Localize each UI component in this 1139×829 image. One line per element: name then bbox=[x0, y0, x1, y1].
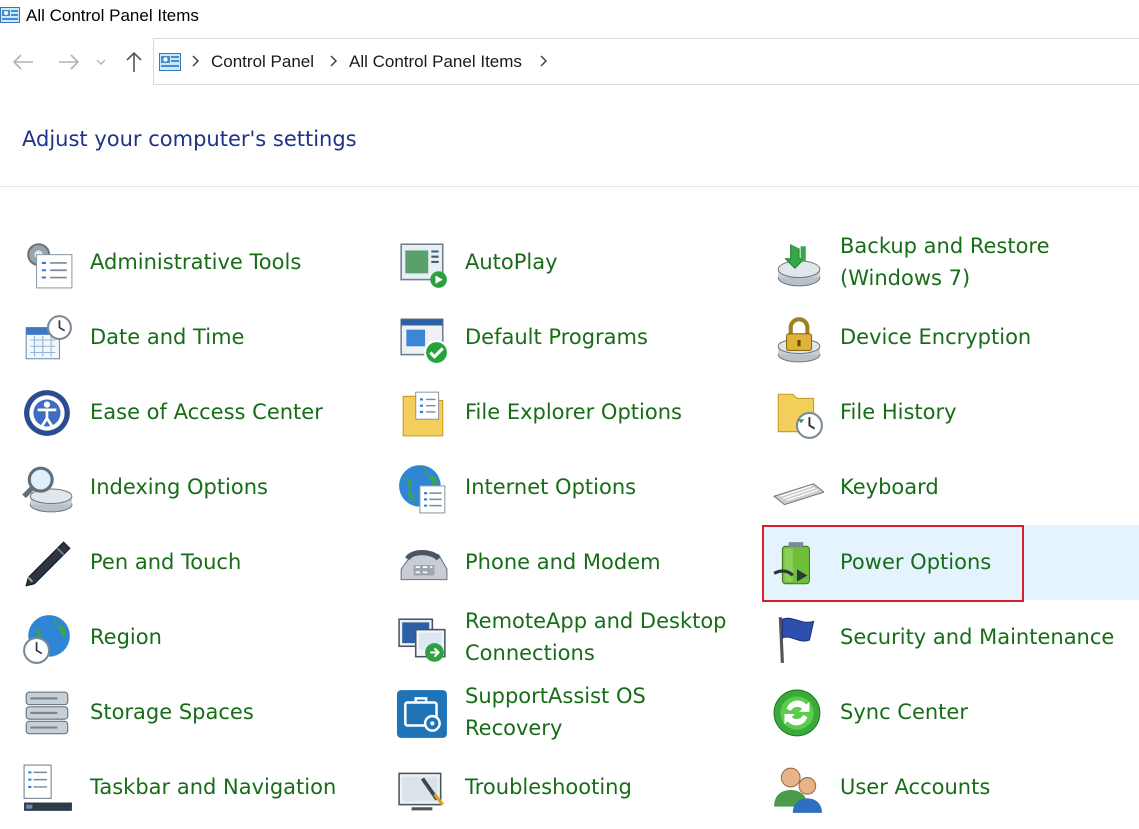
item-label[interactable]: Internet Options bbox=[465, 471, 636, 503]
security-maintenance-icon bbox=[778, 617, 815, 663]
item-remoteapp[interactable]: RemoteApp and Desktop Connections bbox=[375, 600, 750, 675]
item-autoplay[interactable]: AutoPlay bbox=[375, 225, 750, 300]
default-programs-icon bbox=[400, 318, 449, 365]
item-taskbar-navigation[interactable]: Taskbar and Navigation bbox=[0, 750, 375, 825]
item-label[interactable]: RemoteApp and Desktop Connections bbox=[465, 605, 727, 669]
sync-center-icon bbox=[773, 689, 821, 737]
title-bar: All Control Panel Items bbox=[0, 0, 1139, 34]
region-icon bbox=[23, 615, 70, 664]
pen-touch-icon bbox=[25, 541, 71, 587]
internet-options-icon bbox=[399, 465, 446, 514]
recent-locations-button[interactable] bbox=[92, 50, 110, 74]
item-supportassist[interactable]: SupportAssist OS Recovery bbox=[375, 675, 750, 750]
item-indexing-options[interactable]: Indexing Options bbox=[0, 450, 375, 525]
item-default-programs[interactable]: Default Programs bbox=[375, 300, 750, 375]
item-label[interactable]: Indexing Options bbox=[90, 471, 268, 503]
storage-spaces-icon bbox=[25, 691, 69, 735]
item-label[interactable]: Administrative Tools bbox=[90, 246, 301, 278]
item-region[interactable]: Region bbox=[0, 600, 375, 675]
device-encryption-icon bbox=[777, 317, 821, 363]
chevron-down-icon bbox=[96, 59, 106, 65]
control-panel-icon bbox=[0, 7, 20, 23]
arrow-up-icon bbox=[126, 51, 142, 72]
window-title: All Control Panel Items bbox=[26, 6, 199, 25]
item-label[interactable]: Region bbox=[90, 621, 162, 653]
item-date-time[interactable]: Date and Time bbox=[0, 300, 375, 375]
divider bbox=[0, 186, 1139, 187]
chevron-right-icon[interactable] bbox=[538, 54, 548, 68]
item-label[interactable]: Backup and Restore (Windows 7) bbox=[840, 230, 1050, 294]
date-time-icon bbox=[25, 315, 72, 360]
backup-restore-icon bbox=[777, 244, 821, 287]
item-backup-restore[interactable]: Backup and Restore (Windows 7) bbox=[750, 225, 1139, 300]
chevron-right-icon[interactable] bbox=[328, 54, 338, 68]
file-explorer-options-icon bbox=[402, 391, 444, 437]
item-label[interactable]: Date and Time bbox=[90, 321, 244, 353]
breadcrumb-control-panel[interactable]: Control Panel bbox=[211, 52, 314, 72]
item-label[interactable]: File History bbox=[840, 396, 957, 428]
item-label[interactable]: SupportAssist OS Recovery bbox=[465, 680, 646, 744]
item-user-accounts[interactable]: User Accounts bbox=[750, 750, 1139, 825]
item-internet-options[interactable]: Internet Options bbox=[375, 450, 750, 525]
user-accounts-icon bbox=[774, 767, 822, 813]
item-device-encryption[interactable]: Device Encryption bbox=[750, 300, 1139, 375]
taskbar-navigation-icon bbox=[23, 764, 72, 811]
item-label[interactable]: Ease of Access Center bbox=[90, 396, 323, 428]
navigation-bar: Control Panel All Control Panel Items bbox=[0, 38, 1139, 86]
item-ease-of-access[interactable]: Ease of Access Center bbox=[0, 375, 375, 450]
address-bar[interactable]: Control Panel All Control Panel Items bbox=[153, 38, 1139, 85]
phone-modem-icon bbox=[400, 549, 448, 581]
item-label[interactable]: File Explorer Options bbox=[465, 396, 682, 428]
item-file-history[interactable]: File History bbox=[750, 375, 1139, 450]
item-label[interactable]: Storage Spaces bbox=[90, 696, 254, 728]
autoplay-icon bbox=[400, 243, 447, 288]
control-panel-icon bbox=[159, 53, 181, 71]
item-file-explorer-options[interactable]: File Explorer Options bbox=[375, 375, 750, 450]
item-label[interactable]: Phone and Modem bbox=[465, 546, 661, 578]
page-title: Adjust your computer's settings bbox=[22, 127, 357, 151]
item-label[interactable]: AutoPlay bbox=[465, 246, 558, 278]
item-label[interactable]: Pen and Touch bbox=[90, 546, 241, 578]
item-security-maintenance[interactable]: Security and Maintenance bbox=[750, 600, 1139, 675]
item-storage-spaces[interactable]: Storage Spaces bbox=[0, 675, 375, 750]
item-label[interactable]: Security and Maintenance bbox=[840, 621, 1114, 653]
item-label[interactable]: Default Programs bbox=[465, 321, 648, 353]
item-power-options[interactable]: Power Options bbox=[762, 525, 1139, 602]
item-label[interactable]: Keyboard bbox=[840, 471, 939, 503]
troubleshooting-icon bbox=[398, 772, 444, 811]
item-label[interactable]: Device Encryption bbox=[840, 321, 1031, 353]
breadcrumb-all-items[interactable]: All Control Panel Items bbox=[349, 52, 522, 72]
item-keyboard[interactable]: Keyboard bbox=[750, 450, 1139, 525]
forward-button[interactable] bbox=[56, 50, 82, 74]
ease-of-access-icon bbox=[24, 390, 70, 436]
item-label[interactable]: Power Options bbox=[840, 546, 991, 578]
item-label[interactable]: Sync Center bbox=[840, 696, 968, 728]
supportassist-icon bbox=[397, 690, 447, 738]
remoteapp-icon bbox=[398, 618, 446, 662]
admin-tools-icon bbox=[27, 243, 73, 289]
item-label[interactable]: User Accounts bbox=[840, 771, 990, 803]
chevron-right-icon[interactable] bbox=[190, 54, 200, 68]
item-label[interactable]: Taskbar and Navigation bbox=[90, 771, 336, 803]
item-sync-center[interactable]: Sync Center bbox=[750, 675, 1139, 750]
item-label[interactable]: Troubleshooting bbox=[465, 771, 632, 803]
power-options-icon bbox=[773, 542, 810, 585]
arrow-left-icon bbox=[12, 54, 33, 70]
item-pen-touch[interactable]: Pen and Touch bbox=[0, 525, 375, 600]
item-admin-tools[interactable]: Administrative Tools bbox=[0, 225, 375, 300]
up-button[interactable] bbox=[121, 50, 147, 74]
back-button[interactable] bbox=[10, 50, 36, 74]
keyboard-icon bbox=[772, 483, 824, 506]
item-phone-modem[interactable]: Phone and Modem bbox=[375, 525, 750, 600]
indexing-options-icon bbox=[22, 466, 73, 513]
file-history-icon bbox=[777, 393, 823, 439]
arrow-right-icon bbox=[59, 54, 80, 70]
item-troubleshooting[interactable]: Troubleshooting bbox=[375, 750, 750, 825]
